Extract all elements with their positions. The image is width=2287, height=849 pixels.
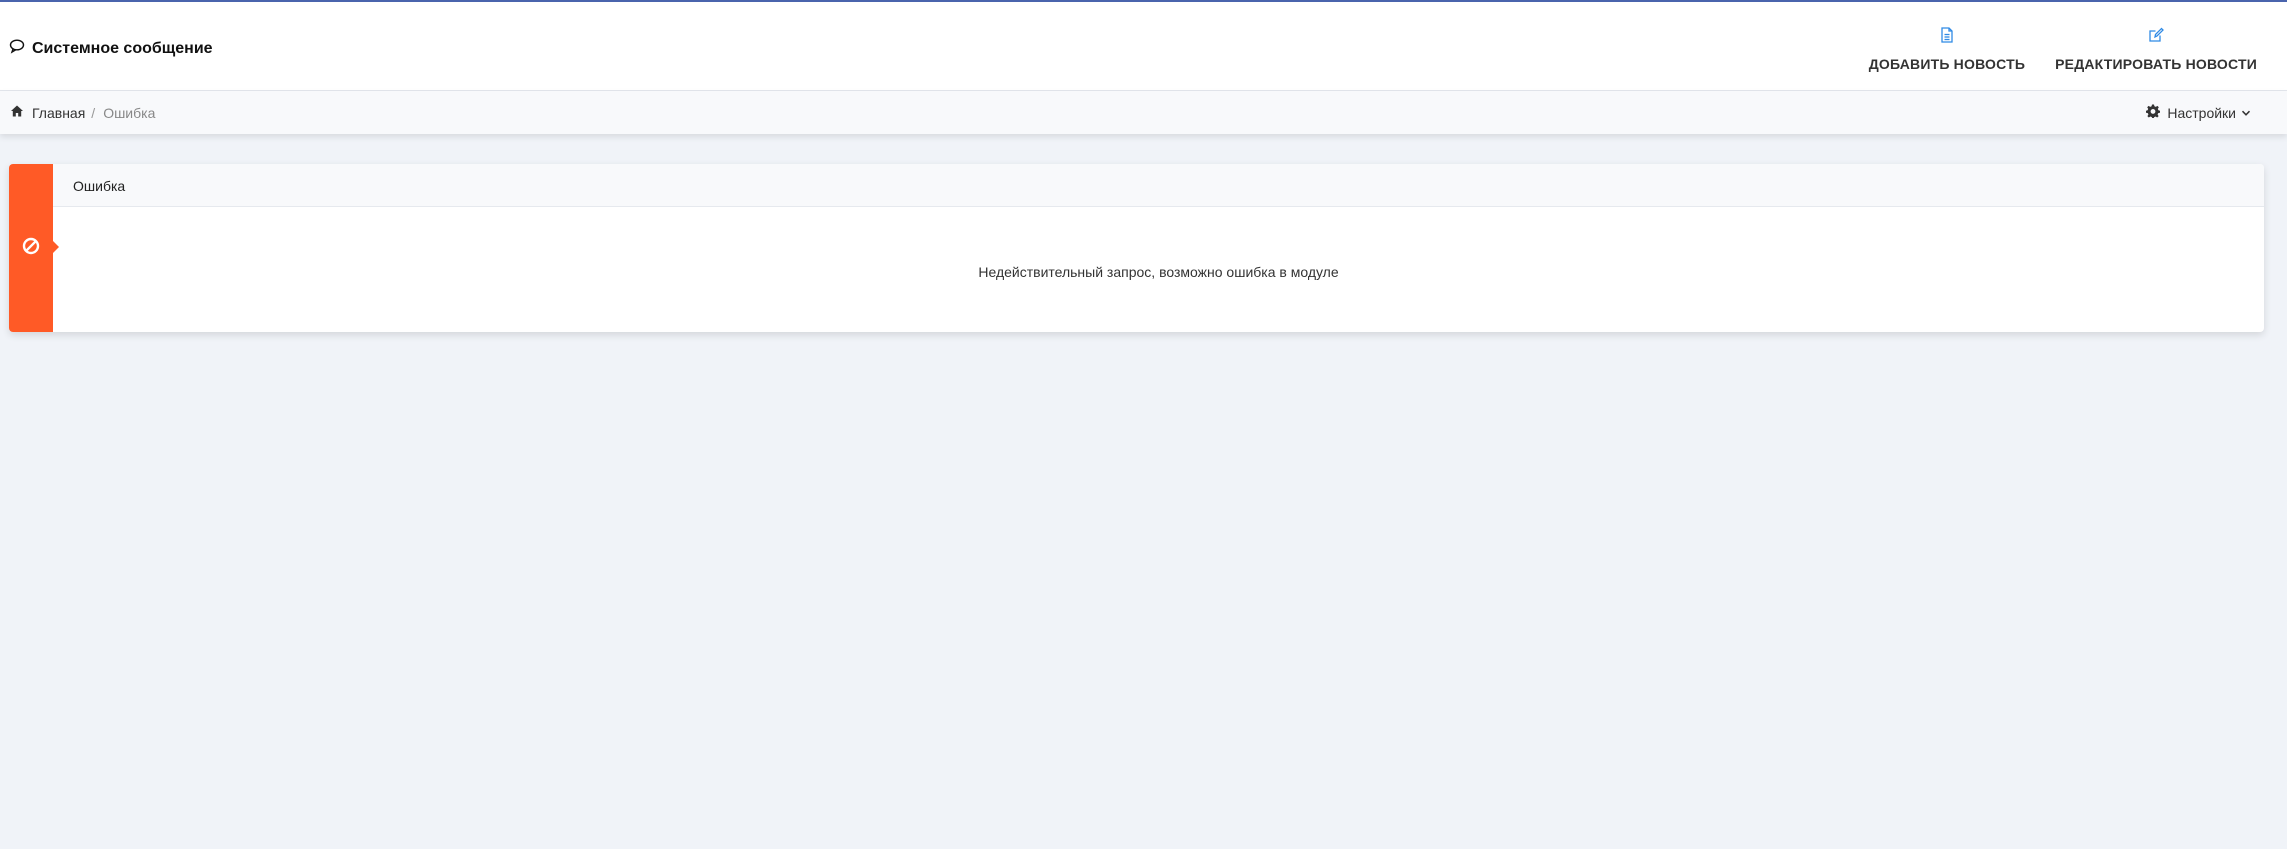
error-panel-title: Ошибка	[73, 178, 126, 194]
home-icon	[10, 104, 32, 121]
comment-icon	[9, 38, 25, 59]
page-header: Системное сообщение ДОБАВИТЬ НОВОСТЬ РЕД…	[0, 2, 2287, 91]
error-panel-body: Недействительный запрос, возможно ошибка…	[53, 207, 2264, 332]
breadcrumb-bar: Главная / Ошибка Настройки	[0, 91, 2287, 134]
settings-dropdown[interactable]: Настройки	[2146, 104, 2251, 121]
chevron-down-icon	[2241, 105, 2251, 121]
error-panel-header: Ошибка	[53, 164, 2264, 207]
edit-news-label: РЕДАКТИРОВАТЬ НОВОСТИ	[2055, 56, 2257, 72]
gear-icon	[2146, 104, 2161, 121]
ban-icon	[21, 236, 41, 256]
header-actions: ДОБАВИТЬ НОВОСТЬ РЕДАКТИРОВАТЬ НОВОСТИ	[1869, 26, 2257, 72]
breadcrumb: Главная / Ошибка	[10, 104, 155, 121]
page-title-text: Системное сообщение	[32, 39, 213, 57]
page-title: Системное сообщение	[9, 38, 213, 59]
breadcrumb-separator: /	[91, 104, 96, 121]
breadcrumb-current: Ошибка	[103, 104, 156, 121]
settings-label: Настройки	[2167, 104, 2236, 121]
error-message: Недействительный запрос, возможно ошибка…	[978, 263, 1339, 280]
error-stripe	[9, 164, 59, 332]
file-icon	[1938, 26, 1956, 44]
error-panel: Ошибка Недействительный запрос, возможно…	[9, 164, 2264, 332]
edit-news-button[interactable]: РЕДАКТИРОВАТЬ НОВОСТИ	[2055, 26, 2257, 72]
add-news-label: ДОБАВИТЬ НОВОСТЬ	[1868, 56, 2026, 72]
edit-icon	[2147, 26, 2165, 44]
breadcrumb-home-link[interactable]: Главная	[32, 105, 85, 121]
add-news-button[interactable]: ДОБАВИТЬ НОВОСТЬ	[1869, 26, 2025, 72]
